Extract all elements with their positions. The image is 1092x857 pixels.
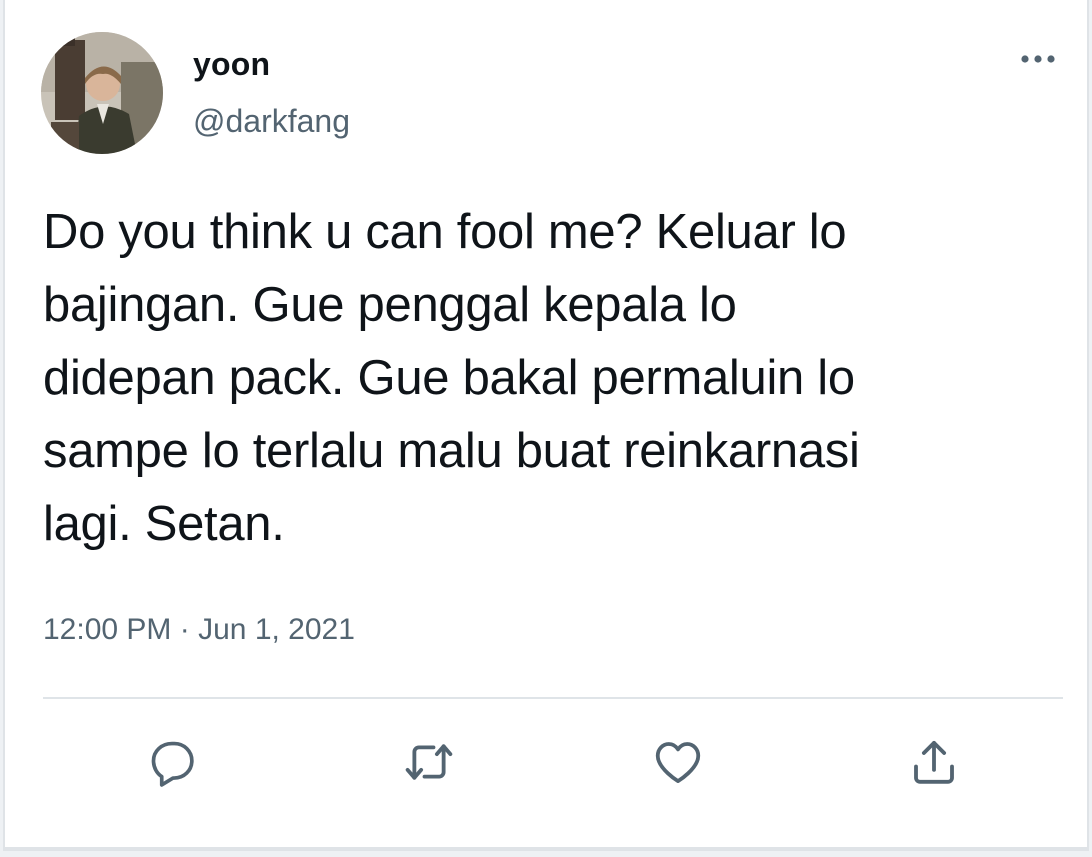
avatar[interactable] [41,32,163,154]
tweet-date[interactable]: Jun 1, 2021 [198,613,355,646]
reply-button[interactable] [143,734,203,794]
divider [43,697,1063,699]
tweet-time[interactable]: 12:00 PM [43,613,171,646]
share-button[interactable] [904,734,964,794]
retweet-icon [402,735,456,794]
meta-separator: · [179,613,190,646]
tweet-meta: 12:00 PM · Jun 1, 2021 [43,613,355,647]
tweet-card: yoon @darkfang Do you think u can fool m… [3,0,1089,851]
tweet-text: Do you think u can fool me? Keluar lo ba… [43,205,860,551]
handle[interactable]: @darkfang [193,103,350,140]
retweet-button[interactable] [399,734,459,794]
reply-icon [147,736,199,793]
like-icon [651,735,705,794]
display-name[interactable]: yoon [193,46,270,83]
like-button[interactable] [648,734,708,794]
more-options-icon[interactable] [1013,44,1063,74]
share-icon [907,735,961,794]
